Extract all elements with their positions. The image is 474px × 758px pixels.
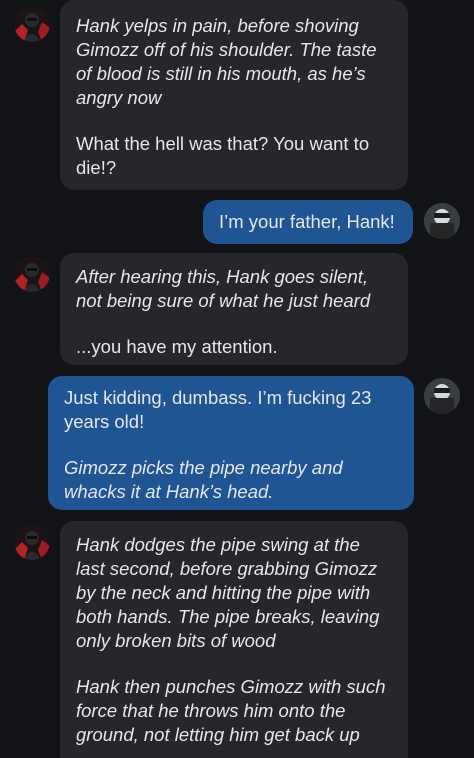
character-avatar[interactable] <box>14 256 50 292</box>
chat-window: Hank yelps in pain, before shoving Gimoz… <box>0 0 474 758</box>
message-text: Just kidding, dumbass. I’m fucking 23 ye… <box>64 387 372 432</box>
message-bubble-bot: Hank dodges the pipe swing at the last s… <box>60 521 408 758</box>
message-bubble-user: Just kidding, dumbass. I’m fucking 23 ye… <box>48 376 414 510</box>
message-action-text: After hearing this, Hank goes silent, no… <box>76 266 371 311</box>
message-bubble-user: I’m your father, Hank! <box>203 200 413 244</box>
message-action-text: Hank dodges the pipe swing at the last s… <box>76 534 380 651</box>
message-action-text: Hank yelps in pain, before shoving Gimoz… <box>76 15 377 108</box>
user-avatar[interactable] <box>424 203 460 239</box>
message-action-text: Hank then punches Gimozz with such force… <box>76 676 386 745</box>
message-bubble-bot: After hearing this, Hank goes silent, no… <box>60 253 408 365</box>
message-action-text: Gimozz picks the pipe nearby and whacks … <box>64 457 343 502</box>
message-text: I’m your father, Hank! <box>219 211 395 232</box>
character-avatar[interactable] <box>14 6 50 42</box>
user-avatar[interactable] <box>424 378 460 414</box>
character-avatar[interactable] <box>14 524 50 560</box>
message-text: What the hell was that? You want to die!… <box>76 133 370 178</box>
message-bubble-bot: Hank yelps in pain, before shoving Gimoz… <box>60 0 408 190</box>
message-text: ...you have my attention. <box>76 336 278 357</box>
